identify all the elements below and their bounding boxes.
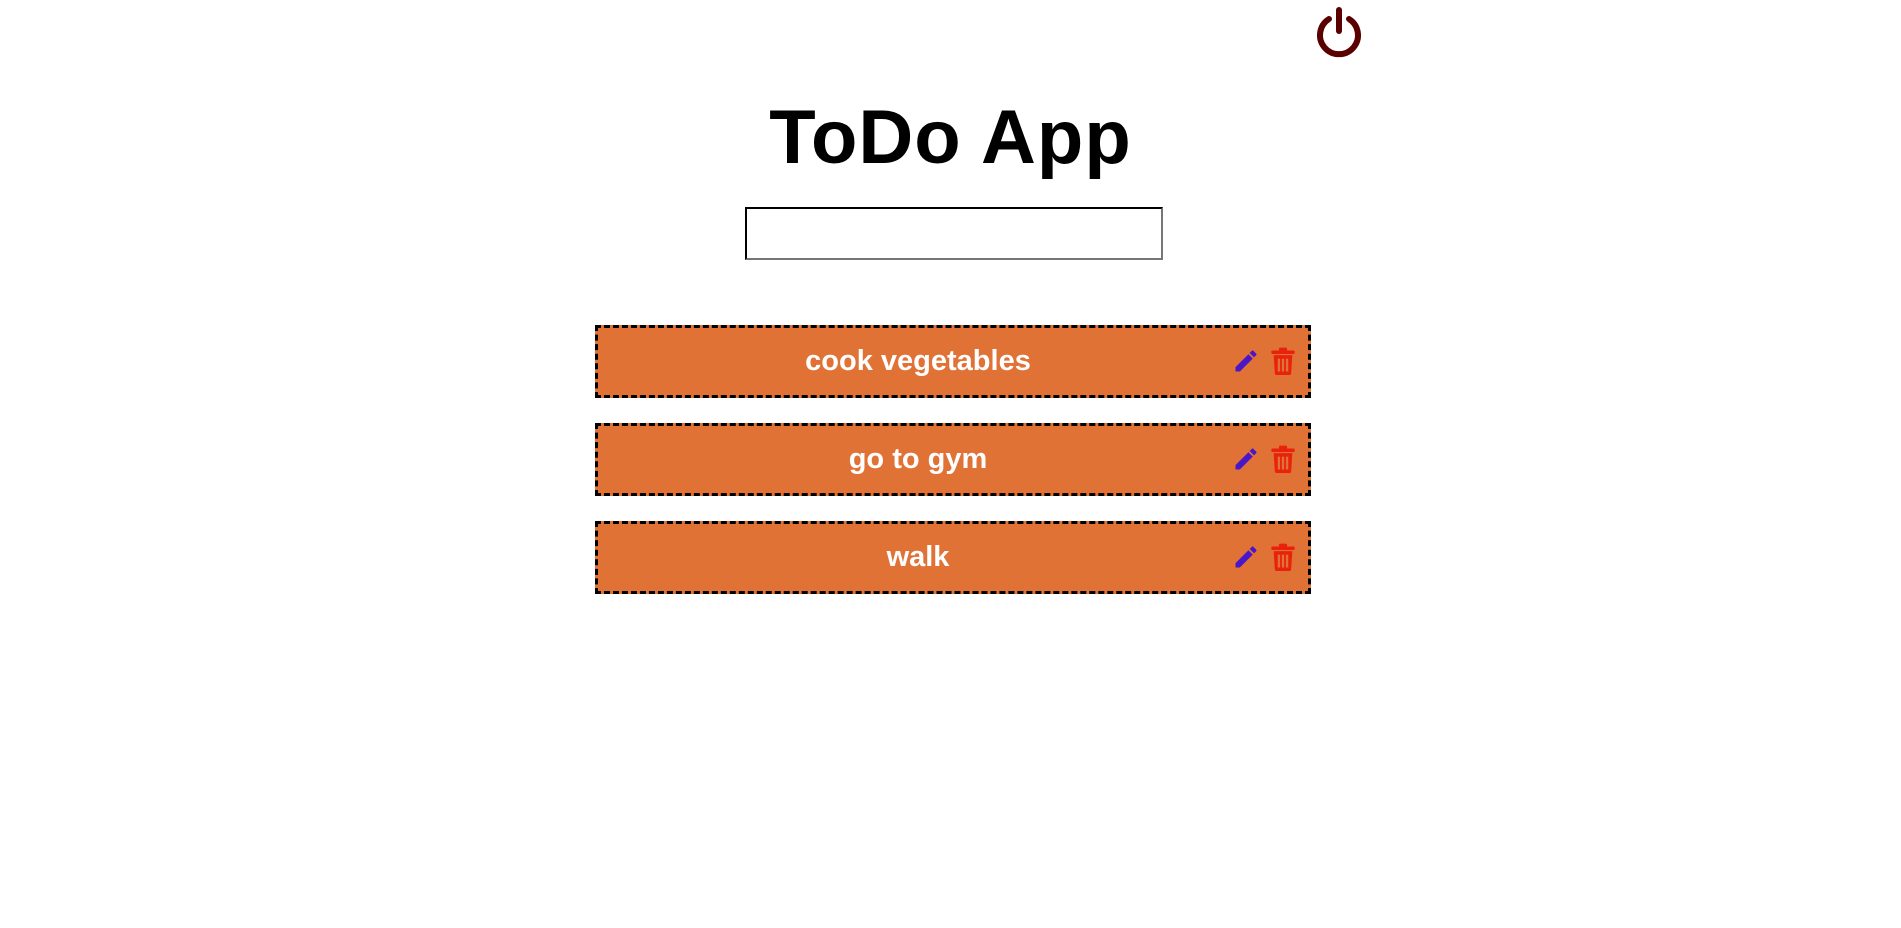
todo-list: cook vegetables go to gym walk bbox=[595, 325, 1311, 619]
page-title: ToDo App bbox=[769, 95, 1132, 180]
todo-item: cook vegetables bbox=[595, 325, 1311, 398]
pencil-icon[interactable] bbox=[1232, 347, 1260, 375]
logout-button[interactable] bbox=[1312, 6, 1366, 60]
pencil-icon[interactable] bbox=[1232, 543, 1260, 571]
pencil-icon[interactable] bbox=[1232, 445, 1260, 473]
todo-text: cook vegetables bbox=[805, 345, 1031, 377]
todo-item: go to gym bbox=[595, 423, 1311, 496]
page: ToDo App cook vegetables go to gym walk bbox=[0, 0, 1901, 928]
power-icon bbox=[1317, 7, 1361, 58]
trash-icon[interactable] bbox=[1270, 347, 1296, 375]
trash-icon[interactable] bbox=[1270, 445, 1296, 473]
todo-item: walk bbox=[595, 521, 1311, 594]
todo-text: go to gym bbox=[848, 443, 988, 475]
trash-icon[interactable] bbox=[1270, 543, 1296, 571]
new-todo-input[interactable] bbox=[745, 207, 1163, 260]
todo-text: walk bbox=[886, 541, 950, 573]
